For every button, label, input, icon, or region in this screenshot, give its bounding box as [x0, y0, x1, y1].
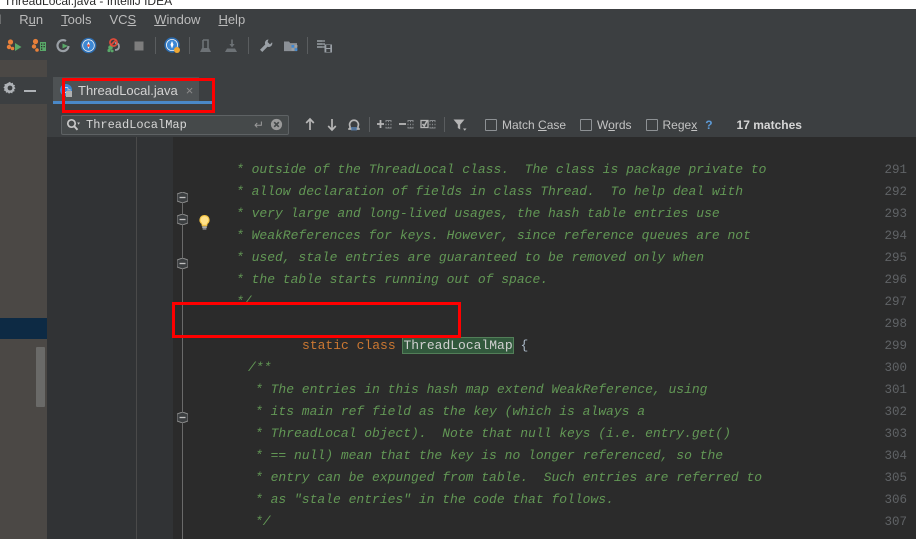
code-line: * entry can be expunged from table. Such…	[255, 470, 763, 485]
regex-box[interactable]	[645, 118, 658, 131]
menu-item-vcs[interactable]: VCS	[100, 9, 145, 31]
rerun-icon[interactable]	[51, 34, 76, 58]
project-structure-icon[interactable]	[278, 34, 303, 58]
ide-window: ThreadLocal.java - IntelliJ IDEA d Run T…	[0, 0, 916, 539]
code-fold-gutter[interactable]	[131, 137, 173, 539]
menu-item-help[interactable]: Help	[209, 9, 254, 31]
main-toolbar	[0, 31, 916, 60]
window-title: ThreadLocal.java - IntelliJ IDEA	[4, 0, 173, 8]
step-out-icon[interactable]	[194, 34, 219, 58]
code-line: * The entries in this hash map extend We…	[255, 382, 708, 397]
select-all-icon[interactable]	[418, 114, 440, 135]
code-line: */	[236, 294, 252, 309]
find-toolbar: ThreadLocalMap ↵ Match Case Words Regex …	[47, 112, 916, 137]
clear-icon[interactable]	[270, 118, 283, 131]
menu-item-run-tail: n	[35, 12, 44, 27]
words-checkbox[interactable]: Words	[580, 117, 632, 132]
tab-label: ThreadLocal.java	[78, 83, 178, 98]
tab-threadlocal-java[interactable]: C ThreadLocal.java ×	[53, 77, 200, 104]
editor-tab-bar: C ThreadLocal.java ×	[47, 77, 916, 104]
left-panel-header	[0, 77, 47, 104]
code-line: * == null) mean that the key is no longe…	[255, 448, 724, 463]
code-line: * as "stale entries" in the code that fo…	[255, 492, 614, 507]
run-icon[interactable]	[1, 34, 26, 58]
window-title-bar: ThreadLocal.java - IntelliJ IDEA	[0, 0, 916, 9]
debug-blue-icon[interactable]	[160, 34, 185, 58]
filter-icon[interactable]	[449, 114, 471, 135]
toolbar-separator-3	[248, 37, 249, 54]
menu-item-run[interactable]: Run	[10, 9, 52, 31]
settings-wrench-icon[interactable]	[253, 34, 278, 58]
left-tool-panel	[0, 60, 47, 539]
search-input-value[interactable]: ThreadLocalMap	[86, 118, 254, 132]
help-icon[interactable]: ?	[705, 118, 712, 132]
run-with-coverage-icon[interactable]	[26, 34, 51, 58]
regex-checkbox[interactable]: Regex	[645, 117, 698, 132]
code-text-area[interactable]: * maintaining thread local values. No op…	[173, 137, 916, 539]
code-line: * ThreadLocal object). Note that null ke…	[255, 426, 731, 441]
code-line: * outside of the ThreadLocal class. The …	[236, 162, 767, 177]
menu-item-window[interactable]: Window	[145, 9, 209, 31]
close-icon[interactable]: ×	[186, 84, 194, 97]
java-class-icon: C	[59, 83, 74, 98]
keyword-static-class: static class	[302, 338, 404, 353]
select-all-occurrences-icon[interactable]	[343, 114, 365, 135]
toolbar-separator-2	[189, 37, 190, 54]
match-case-box[interactable]	[485, 118, 497, 131]
words-box[interactable]	[580, 118, 593, 131]
left-panel-scrollbar[interactable]	[36, 347, 45, 407]
match-case-checkbox[interactable]: Match Case	[485, 118, 566, 132]
code-line: */	[255, 514, 271, 529]
tab-active-underline	[53, 101, 212, 104]
editor-top-mask	[173, 137, 916, 143]
find-separator-2	[444, 117, 445, 132]
regex-label: Regex	[662, 117, 698, 132]
minimize-icon[interactable]	[24, 89, 36, 92]
gear-icon[interactable]	[3, 81, 17, 100]
search-match-highlight: ThreadLocalMap	[402, 337, 514, 354]
code-line: * WeakReferences for keys. However, sinc…	[236, 228, 751, 243]
menu-item-build-label: d	[0, 12, 1, 27]
gutter-divider	[136, 137, 137, 539]
code-line: * used, stale entries are guaranteed to …	[236, 250, 705, 265]
sync-icon[interactable]	[312, 34, 337, 58]
search-input[interactable]: ThreadLocalMap ↵	[61, 114, 289, 135]
remove-selection-icon[interactable]	[396, 114, 418, 135]
find-separator-1	[369, 117, 370, 132]
find-previous-icon[interactable]	[299, 114, 321, 135]
search-icon[interactable]	[66, 118, 80, 133]
debug-icon[interactable]	[76, 34, 101, 58]
menu-bar: d Run Tools VCS Window Help	[0, 9, 916, 31]
workspace: C ThreadLocal.java × ThreadLocalMap ↵ Ma…	[0, 60, 916, 539]
stop-icon[interactable]	[126, 34, 151, 58]
stop-debug-icon[interactable]	[101, 34, 126, 58]
code-line: * the table starts running out of space.	[236, 272, 549, 287]
menu-item-build[interactable]: d	[0, 9, 10, 31]
toolbar-separator	[155, 37, 156, 54]
left-panel-selection[interactable]	[0, 318, 47, 339]
code-line-class-declaration: static class ThreadLocalMap {	[224, 313, 528, 354]
code-editor[interactable]: 291 292 293 294 295 296 297 298 299 300 …	[47, 137, 916, 539]
add-selection-icon[interactable]	[374, 114, 396, 135]
menu-item-tools[interactable]: Tools	[52, 9, 100, 31]
match-case-label: Match Case	[502, 117, 567, 132]
words-label: Words	[597, 117, 632, 132]
match-count-label: 17 matches	[736, 117, 802, 132]
code-line: * allow declaration of fields in class T…	[236, 184, 744, 199]
brace-open: {	[512, 338, 529, 353]
step-into-icon[interactable]	[219, 34, 244, 58]
code-line: * very large and long-lived usages, the …	[236, 206, 720, 221]
code-line: /**	[248, 360, 272, 375]
code-line: * its main ref field as the key (which i…	[255, 404, 646, 419]
line-number-gutter	[47, 137, 131, 539]
enter-icon: ↵	[253, 117, 264, 132]
toolbar-separator-4	[307, 37, 308, 54]
find-next-icon[interactable]	[321, 114, 343, 135]
